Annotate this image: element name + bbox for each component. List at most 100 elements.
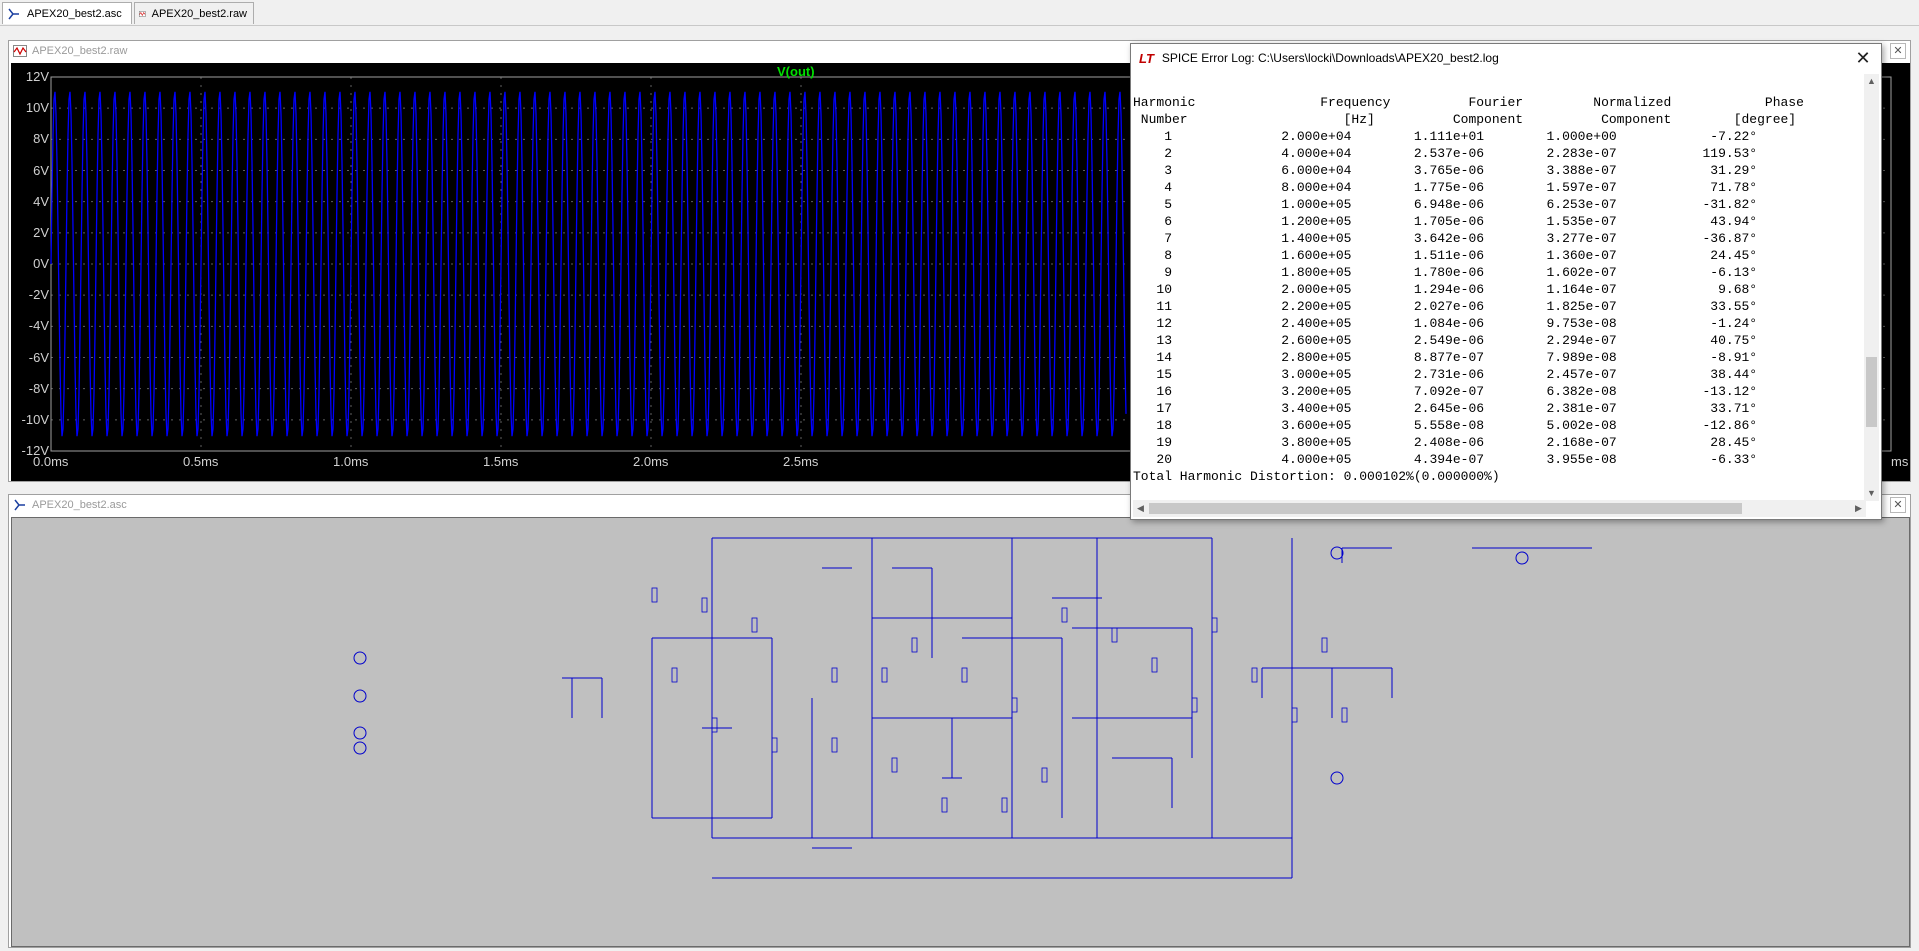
y-tick-label: 10V xyxy=(25,100,49,116)
y-tick-label: 8V xyxy=(33,131,49,147)
tab-waveform[interactable]: APEX20_best2.raw xyxy=(134,2,254,24)
y-tick-label: -8V xyxy=(28,380,49,396)
scroll-right-icon[interactable]: ▶ xyxy=(1851,500,1866,517)
tab-label: APEX20_best2.asc xyxy=(27,7,122,20)
schematic-resistor[interactable] xyxy=(1251,667,1258,683)
schematic-resistor[interactable] xyxy=(671,667,678,683)
log-harmonic-row: 11 2.200e+05 2.027e-06 1.825e-07 33.55° xyxy=(1133,299,1758,314)
log-text: Harmonic Frequency Fourier Normalized Ph… xyxy=(1133,77,1865,497)
y-tick-label: -10V xyxy=(21,411,49,427)
log-harmonic-row: 13 2.600e+05 2.549e-06 2.294e-07 40.75° xyxy=(1133,333,1758,348)
scroll-thumb[interactable] xyxy=(1149,503,1742,514)
log-harmonic-row: 15 3.000e+05 2.731e-06 2.457e-07 38.44° xyxy=(1133,367,1758,382)
log-harmonic-row: 14 2.800e+05 8.877e-07 7.989e-08 -8.91° xyxy=(1133,350,1758,365)
x-tick-label: ms xyxy=(1891,454,1909,469)
schematic-icon xyxy=(14,499,25,511)
schematic-resistor[interactable] xyxy=(711,717,718,733)
tab-schematic[interactable]: APEX20_best2.asc xyxy=(2,2,132,24)
waveform-window-title: APEX20_best2.raw xyxy=(32,45,128,57)
schematic-resistor[interactable] xyxy=(941,797,948,813)
log-harmonic-row: 4 8.000e+04 1.775e-06 1.597e-07 71.78° xyxy=(1133,180,1758,195)
log-harmonic-row: 2 4.000e+04 2.537e-06 2.283e-07 119.53° xyxy=(1133,146,1758,161)
schematic-voltage-source[interactable] xyxy=(1515,551,1529,565)
schematic-resistor[interactable] xyxy=(751,617,758,633)
y-tick-label: -6V xyxy=(28,349,49,365)
waveform-icon xyxy=(13,45,27,57)
schematic-resistor[interactable] xyxy=(1291,707,1298,723)
schematic-resistor[interactable] xyxy=(831,667,838,683)
log-harmonic-row: 7 1.400e+05 3.642e-06 3.277e-07 -36.87° xyxy=(1133,231,1758,246)
close-icon[interactable]: ✕ xyxy=(1853,48,1873,69)
schematic-resistor[interactable] xyxy=(1111,627,1118,643)
schematic-resistor[interactable] xyxy=(1341,707,1348,723)
schematic-voltage-source[interactable] xyxy=(353,726,367,740)
schematic-voltage-source[interactable] xyxy=(353,689,367,703)
spice-error-log-dialog[interactable]: LT SPICE Error Log: C:\Users\locki\Downl… xyxy=(1130,43,1882,520)
schematic-window-title: APEX20_best2.asc xyxy=(32,499,127,511)
schematic-voltage-source[interactable] xyxy=(353,651,367,665)
y-tick-label: 0V xyxy=(33,256,49,271)
schematic-canvas[interactable] xyxy=(11,517,1910,947)
y-tick-label: 4V xyxy=(33,193,49,209)
x-tick-label: 1.0ms xyxy=(333,454,369,469)
log-harmonic-row: 10 2.000e+05 1.294e-06 1.164e-07 9.68° xyxy=(1133,282,1758,297)
schematic-resistor[interactable] xyxy=(911,637,918,653)
vertical-scrollbar[interactable]: ▲ ▼ xyxy=(1864,74,1879,501)
scroll-thumb[interactable] xyxy=(1866,357,1877,427)
scroll-left-icon[interactable]: ◀ xyxy=(1133,500,1148,517)
schematic-resistor[interactable] xyxy=(891,757,898,773)
schematic-resistor[interactable] xyxy=(831,737,838,753)
scroll-down-icon[interactable]: ▼ xyxy=(1864,486,1879,501)
log-harmonic-row: 8 1.600e+05 1.511e-06 1.360e-07 24.45° xyxy=(1133,248,1758,263)
y-tick-label: 2V xyxy=(33,224,49,240)
dialog-titlebar[interactable]: LT SPICE Error Log: C:\Users\locki\Downl… xyxy=(1131,44,1881,72)
log-harmonic-row: 18 3.600e+05 5.558e-08 5.002e-08 -12.86° xyxy=(1133,418,1758,433)
schematic-resistor[interactable] xyxy=(1321,637,1328,653)
schematic-resistor[interactable] xyxy=(881,667,888,683)
waveform-icon xyxy=(139,10,146,17)
schematic-voltage-source[interactable] xyxy=(1330,771,1344,785)
schematic-resistor[interactable] xyxy=(1001,797,1008,813)
log-harmonic-row: 6 1.200e+05 1.705e-06 1.535e-07 43.94° xyxy=(1133,214,1758,229)
document-tab-bar: APEX20_best2.asc APEX20_best2.raw xyxy=(0,0,1919,26)
ltspice-logo-icon: LT xyxy=(1139,50,1154,66)
schematic-resistor[interactable] xyxy=(701,597,708,613)
schematic-resistor[interactable] xyxy=(651,587,658,603)
log-header-line: Number [Hz] Component Component [degree] xyxy=(1133,112,1797,127)
schematic-icon xyxy=(8,8,19,19)
schematic-resistor[interactable] xyxy=(1061,607,1068,623)
scroll-up-icon[interactable]: ▲ xyxy=(1864,74,1879,89)
close-icon[interactable]: ✕ xyxy=(1890,497,1906,513)
log-harmonic-row: 5 1.000e+05 6.948e-06 6.253e-07 -31.82° xyxy=(1133,197,1758,212)
log-harmonic-row: 9 1.800e+05 1.780e-06 1.602e-07 -6.13° xyxy=(1133,265,1758,280)
horizontal-scrollbar[interactable]: ◀ ▶ xyxy=(1133,500,1866,517)
schematic-drawing[interactable] xyxy=(12,518,1909,946)
y-tick-label: -2V xyxy=(28,287,49,303)
x-tick-label: 2.5ms xyxy=(783,454,819,469)
schematic-resistor[interactable] xyxy=(1151,657,1158,673)
x-tick-label: 1.5ms xyxy=(483,454,519,469)
schematic-voltage-source[interactable] xyxy=(1330,546,1344,560)
schematic-voltage-source[interactable] xyxy=(353,741,367,755)
log-harmonic-row: 3 6.000e+04 3.765e-06 3.388e-07 31.29° xyxy=(1133,163,1758,178)
schematic-resistor[interactable] xyxy=(1011,697,1018,713)
x-tick-label: 0.0ms xyxy=(33,454,69,469)
log-harmonic-row: 19 3.800e+05 2.408e-06 2.168e-07 28.45° xyxy=(1133,435,1758,450)
schematic-window[interactable]: APEX20_best2.asc ✕ xyxy=(8,494,1911,948)
y-tick-label: 12V xyxy=(25,69,49,84)
close-icon[interactable]: ✕ xyxy=(1890,43,1906,59)
log-harmonic-row: 1 2.000e+04 1.111e+01 1.000e+00 -7.22° xyxy=(1133,129,1758,144)
schematic-resistor[interactable] xyxy=(1041,767,1048,783)
log-harmonic-row: 16 3.200e+05 7.092e-07 6.382e-08 -13.12° xyxy=(1133,384,1758,399)
y-tick-label: 6V xyxy=(33,162,49,178)
schematic-resistor[interactable] xyxy=(771,737,778,753)
schematic-resistor[interactable] xyxy=(961,667,968,683)
y-tick-label: -4V xyxy=(28,318,49,334)
schematic-resistor[interactable] xyxy=(1191,697,1198,713)
trace-label-vout[interactable]: V(out) xyxy=(777,64,815,79)
x-tick-label: 0.5ms xyxy=(183,454,219,469)
log-harmonic-row: 12 2.400e+05 1.084e-06 9.753e-08 -1.24° xyxy=(1133,316,1758,331)
schematic-resistor[interactable] xyxy=(1211,617,1218,633)
thd-line: Total Harmonic Distortion: 0.000102%(0.0… xyxy=(1133,469,1500,484)
